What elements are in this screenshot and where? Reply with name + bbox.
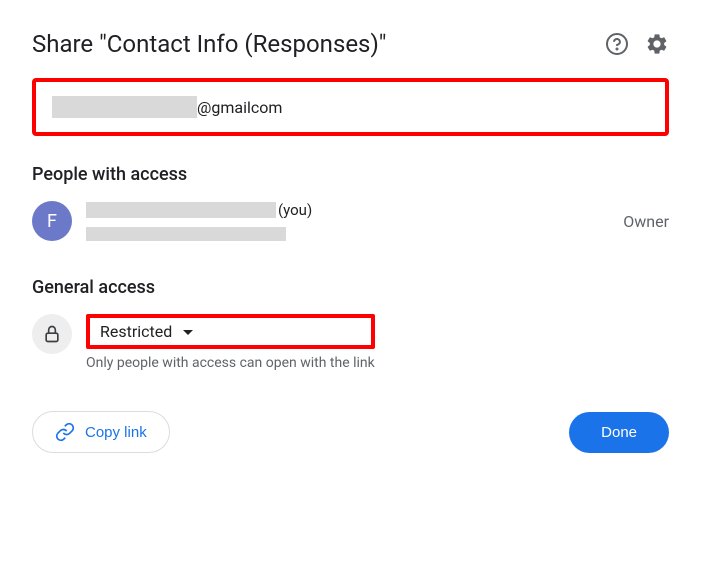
copy-link-button[interactable]: Copy link: [32, 411, 170, 453]
owner-info-left: F (you): [32, 201, 312, 241]
owner-row: F (you) Owner: [32, 201, 669, 241]
email-suffix: @gmailcom: [197, 98, 282, 117]
people-with-access-heading: People with access: [32, 164, 669, 185]
general-access-section: General access Restricted Only people wi…: [32, 277, 669, 371]
link-icon: [55, 422, 75, 442]
redacted-owner-email: [86, 227, 286, 241]
dropdown-label: Restricted: [100, 322, 172, 341]
general-access-heading: General access: [32, 277, 669, 298]
access-info: Restricted Only people with access can o…: [86, 314, 375, 371]
dialog-title: Share "Contact Info (Responses)": [32, 30, 386, 58]
access-dropdown[interactable]: Restricted: [86, 314, 375, 349]
redacted-owner-name: [86, 202, 276, 218]
settings-button[interactable]: [645, 32, 669, 56]
you-label: (you): [278, 201, 312, 219]
help-button[interactable]: [605, 32, 629, 56]
done-button[interactable]: Done: [569, 412, 669, 453]
redacted-email-prefix: [52, 96, 197, 118]
dialog-footer: Copy link Done: [32, 411, 669, 453]
avatar: F: [32, 201, 72, 241]
owner-name-line: (you): [86, 201, 312, 219]
add-people-input[interactable]: @gmailcom: [32, 78, 669, 136]
owner-details: (you): [86, 201, 312, 241]
lock-icon: [42, 324, 62, 344]
header-actions: [605, 32, 669, 56]
chevron-down-icon: [182, 322, 194, 341]
access-description: Only people with access can open with th…: [86, 355, 375, 371]
dialog-header: Share "Contact Info (Responses)": [32, 30, 669, 58]
owner-role: Owner: [623, 212, 669, 231]
access-row: Restricted Only people with access can o…: [32, 314, 669, 371]
lock-avatar: [32, 314, 72, 354]
help-icon: [605, 32, 629, 56]
gear-icon: [645, 32, 669, 56]
copy-link-label: Copy link: [85, 424, 147, 441]
